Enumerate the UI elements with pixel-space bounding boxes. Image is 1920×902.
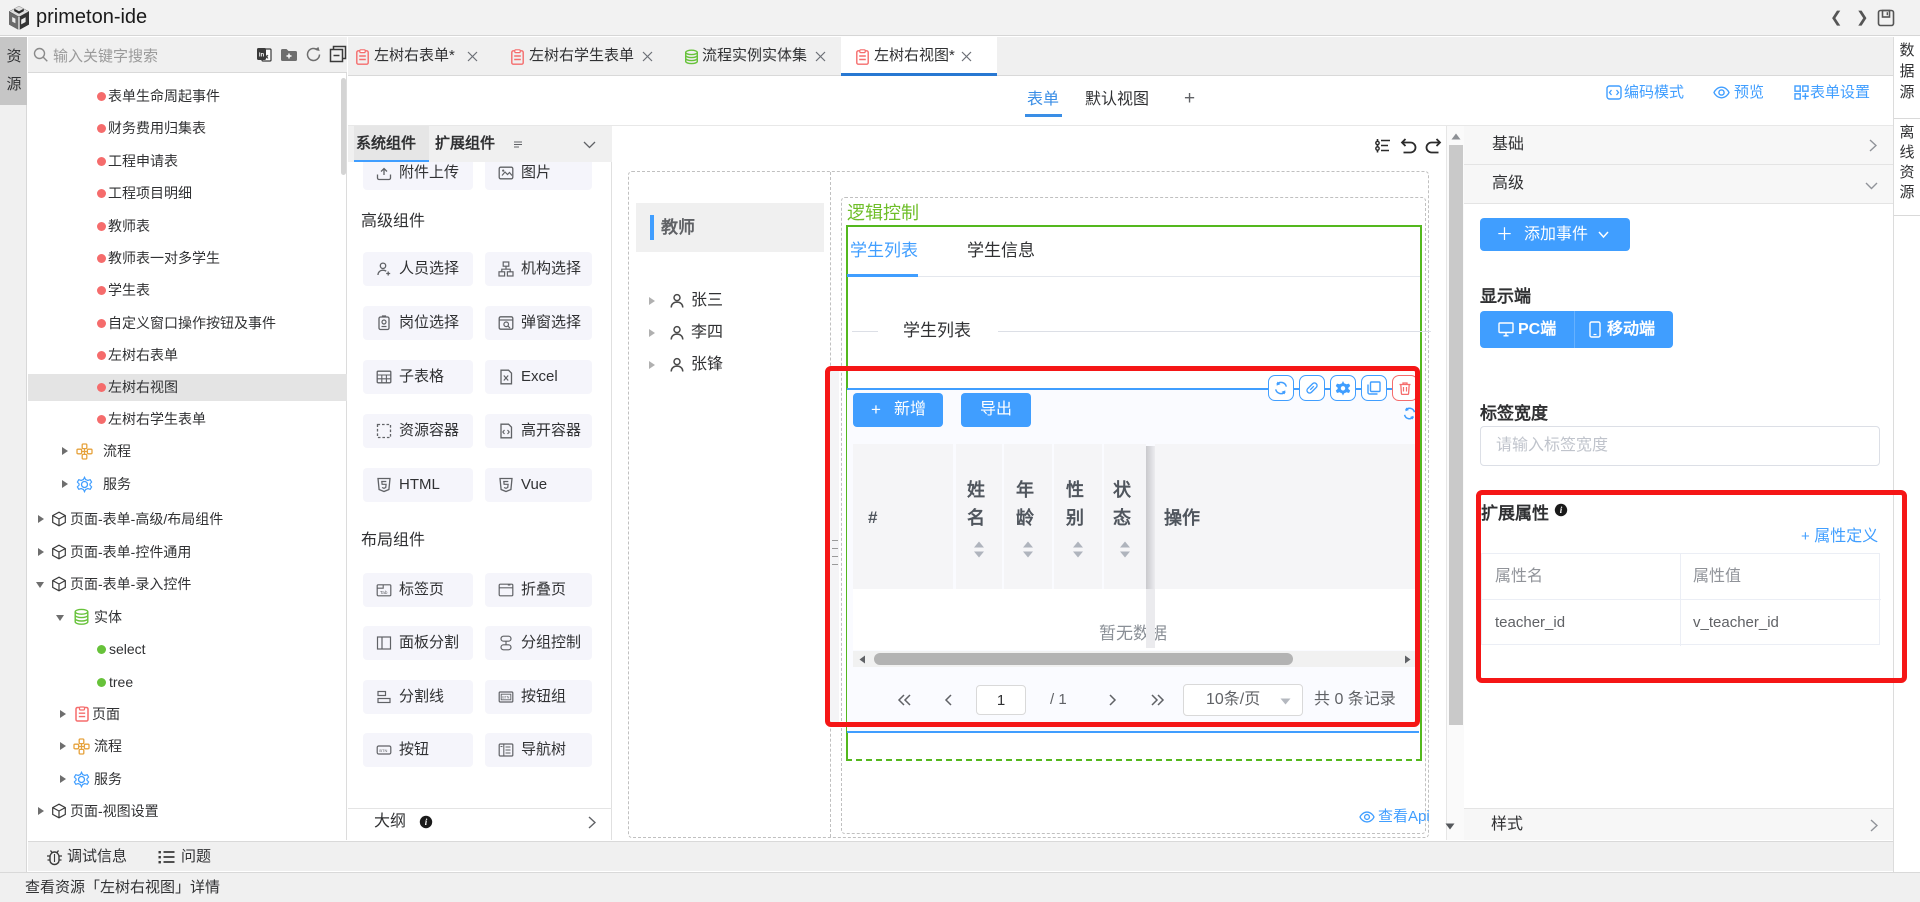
svg-text:in: in bbox=[259, 53, 265, 59]
svg-text:BTN: BTN bbox=[379, 748, 387, 753]
svg-text:Tab: Tab bbox=[380, 590, 388, 595]
svg-text:BTN: BTN bbox=[502, 696, 510, 700]
